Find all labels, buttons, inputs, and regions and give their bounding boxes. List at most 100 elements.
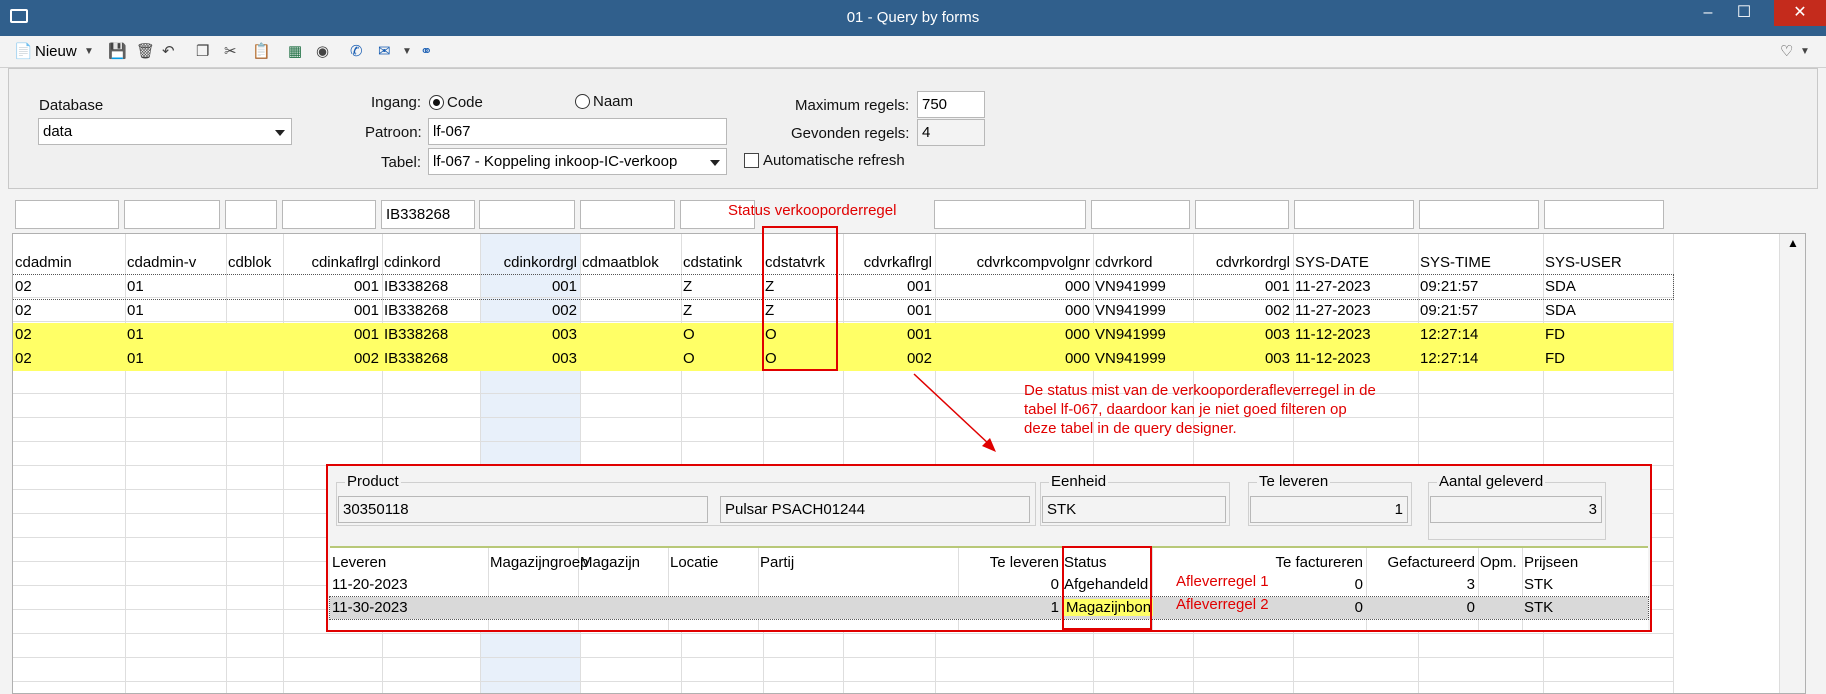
filter-cdmaatblok[interactable] (580, 200, 675, 229)
table-cell: VN941999 (1095, 350, 1166, 367)
auto-refresh-checkbox[interactable] (744, 153, 759, 168)
max-rows-input[interactable]: 750 (917, 91, 985, 118)
delivery-header-magazijngroep[interactable]: Magazijngroep (490, 554, 588, 571)
table-cell: 001 (906, 326, 932, 343)
filter-cdadmin-v[interactable] (124, 200, 220, 229)
radio-code[interactable] (429, 95, 444, 110)
phone-icon[interactable]: ✆ (350, 42, 363, 62)
filter-cdvrkcompvolgnr[interactable] (934, 200, 1086, 229)
database-label: Database (39, 97, 104, 114)
delivery-header-te-leveren[interactable]: Te leveren (958, 554, 1059, 571)
product-code-field: 30350118 (338, 496, 708, 523)
column-header-cdinkordrgl[interactable]: cdinkordrgl (480, 254, 577, 271)
radio-naam[interactable] (575, 94, 590, 109)
favorite-icon[interactable]: ♡ (1780, 42, 1793, 62)
column-header-sys-user[interactable]: SYS-USER (1545, 254, 1622, 271)
table-cell: O (683, 326, 695, 343)
column-header-cdinkord[interactable]: cdinkord (384, 254, 441, 271)
new-button[interactable]: Nieuw (35, 42, 77, 62)
binoculars-icon[interactable]: ◉ (316, 42, 329, 62)
filter-cdinkord[interactable]: IB338268 (381, 200, 475, 229)
column-header-cdadmin-v[interactable]: cdadmin-v (127, 254, 196, 271)
database-select[interactable]: data (38, 118, 292, 145)
delivery-header-locatie[interactable]: Locatie (670, 554, 718, 571)
annotation-status-label: Status verkooporderregel (728, 202, 897, 219)
scroll-up-icon[interactable]: ▲ (1787, 236, 1799, 250)
delivery-header-te-factureren[interactable]: Te factureren (1152, 554, 1363, 571)
filter-cdblok[interactable] (225, 200, 277, 229)
table-row[interactable]: 02 01 001 IB338268 003 O O 001 000 VN941999 003 11-… (13, 323, 1673, 347)
globe-icon[interactable]: ⚭ (420, 42, 433, 62)
table-cell: 11-27-2023 (1295, 278, 1371, 295)
grid-column-line (1673, 234, 1674, 693)
table-row[interactable]: 02 01 001 IB338268 001 Z Z 001 000 VN941999 001 11-… (13, 274, 1674, 300)
copy-icon[interactable]: ❐ (196, 42, 209, 62)
delivery-header-gefactureerd[interactable]: Gefactureerd (1366, 554, 1475, 571)
column-header-sys-date[interactable]: SYS-DATE (1295, 254, 1369, 271)
filter-cdinkaflrgl[interactable] (282, 200, 376, 229)
delivery-header-leveren[interactable]: Leveren (332, 554, 386, 571)
filter-cdvrkordrgl[interactable] (1195, 200, 1289, 229)
delete-icon[interactable]: 🗑 (136, 42, 155, 62)
mail-dropdown-icon[interactable]: ▼ (402, 42, 412, 62)
mail-icon[interactable]: ✉ (378, 42, 391, 62)
delivery-header-partij[interactable]: Partij (760, 554, 794, 571)
table-cell: 12:27:14 (1420, 350, 1479, 367)
table-cell: VN941999 (1095, 278, 1166, 295)
table-cell: 003 (551, 350, 577, 367)
ingang-label: Ingang: (371, 94, 422, 111)
aantal-geleverd-label: Aantal geleverd (1437, 473, 1546, 490)
found-rows-label: Gevonden regels: (791, 125, 910, 142)
table-row[interactable]: 02 01 002 IB338268 003 O O 002 000 VN941999 003 11-… (13, 347, 1673, 371)
table-row[interactable]: 02 01 001 IB338268 002 Z Z 001 000 VN941999 002 11-… (13, 299, 1673, 323)
filter-sys-date[interactable] (1294, 200, 1414, 229)
query-form: Database data Ingang: Code Naam Patroon:… (8, 68, 1818, 189)
column-header-cdinkaflrgl[interactable]: cdinkaflrgl (283, 254, 379, 271)
save-icon[interactable]: 💾 (108, 42, 127, 62)
patroon-input[interactable]: lf-067 (428, 118, 727, 145)
vertical-scrollbar[interactable]: ▲ (1779, 234, 1805, 693)
table-cell: VN941999 (1095, 326, 1166, 343)
filter-cdadmin[interactable] (15, 200, 119, 229)
te-leveren-field: 1 (1250, 496, 1408, 523)
tabel-select[interactable]: lf-067 - Koppeling inkoop-IC-verkoop (428, 148, 727, 175)
delivery-header-prijseen[interactable]: Prijseen (1524, 554, 1578, 571)
new-dropdown-icon[interactable]: ▼ (84, 42, 94, 62)
paste-icon[interactable]: 📋 (252, 42, 271, 62)
favorite-dropdown-icon[interactable]: ▼ (1800, 42, 1810, 62)
column-header-cdblok[interactable]: cdblok (228, 254, 271, 271)
chevron-down-icon (275, 130, 285, 136)
filter-sys-time[interactable] (1419, 200, 1539, 229)
annotation-aflever2: Afleverregel 2 (1176, 596, 1269, 613)
column-header-cdvrkcompvolgnr[interactable]: cdvrkcompvolgnr (935, 254, 1090, 271)
cut-icon[interactable]: ✂ (224, 42, 237, 62)
table-cell: 000 (1064, 278, 1090, 295)
table-cell: 09:21:57 (1420, 302, 1479, 319)
new-document-icon[interactable]: 📄 (14, 42, 33, 62)
column-header-cdvrkord[interactable]: cdvrkord (1095, 254, 1153, 271)
delivery-cell: STK (1524, 599, 1554, 616)
column-header-sys-time[interactable]: SYS-TIME (1420, 254, 1491, 271)
table-cell: VN941999 (1095, 302, 1166, 319)
undo-icon[interactable]: ↶ (162, 42, 175, 62)
column-header-cdstatink[interactable]: cdstatink (683, 254, 742, 271)
maximize-button[interactable]: ☐ (1720, 0, 1768, 26)
column-header-cdvrkaflrgl[interactable]: cdvrkaflrgl (843, 254, 932, 271)
filter-cdinkordrgl[interactable] (479, 200, 575, 229)
table-cell: SDA (1545, 302, 1576, 319)
filter-sys-user[interactable] (1544, 200, 1664, 229)
column-header-cdadmin[interactable]: cdadmin (15, 254, 72, 271)
window-title: 01 - Query by forms (846, 9, 980, 26)
excel-icon[interactable]: ▦ (288, 42, 302, 62)
table-cell: 001 (906, 278, 932, 295)
column-header-cdvrkordrgl[interactable]: cdvrkordrgl (1193, 254, 1290, 271)
delivery-cell: STK (1524, 576, 1554, 593)
delivery-cell: 0 (1050, 576, 1059, 593)
delivery-header-magazijn[interactable]: Magazijn (580, 554, 640, 571)
radio-naam-label: Naam (593, 93, 634, 110)
close-button[interactable]: ✕ (1774, 0, 1826, 26)
toolbar: 📄 Nieuw ▼ 💾 🗑 ↶ ❐ ✂ 📋 ▦ ◉ ✆ ✉ ▼ ⚭ ♡ ▼ (0, 36, 1826, 68)
column-header-cdmaatblok[interactable]: cdmaatblok (582, 254, 659, 271)
filter-cdvrkord[interactable] (1091, 200, 1190, 229)
delivery-header-opm-[interactable]: Opm. (1480, 554, 1517, 571)
